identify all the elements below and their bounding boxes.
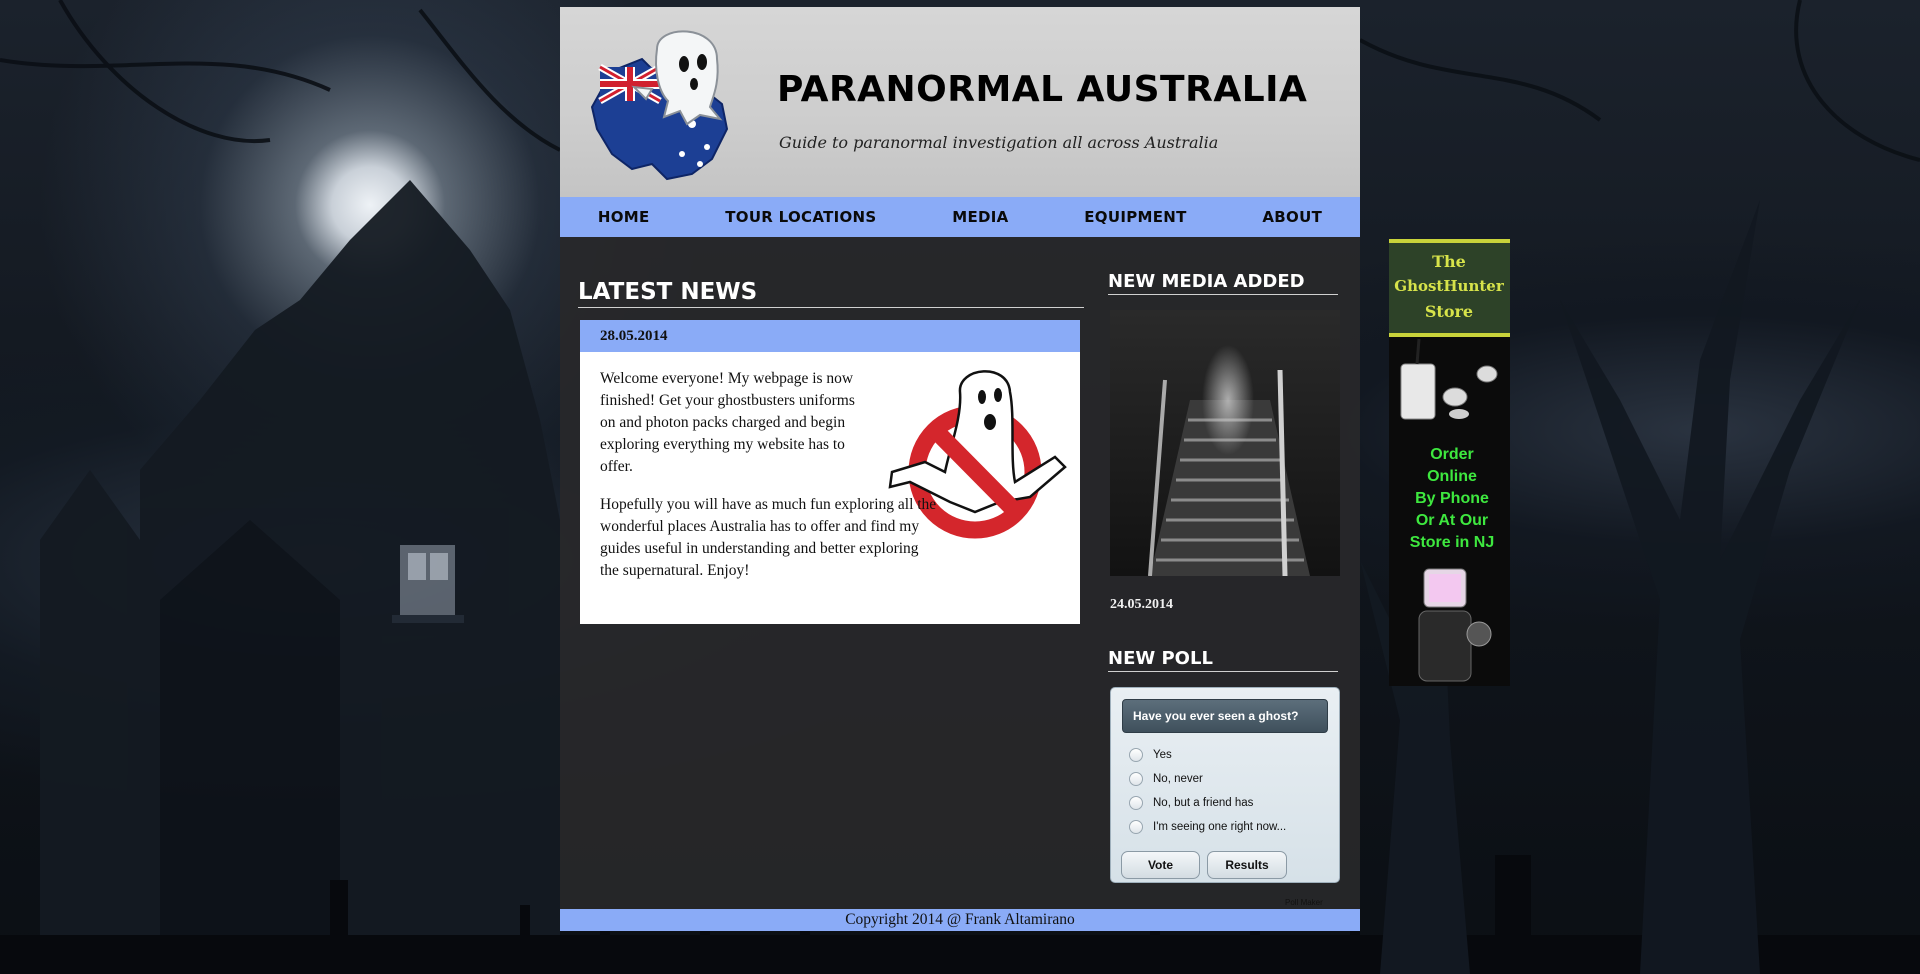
poll-option-no-never[interactable]: No, never bbox=[1129, 770, 1203, 788]
ghosthunter-store-ad[interactable]: The GhostHunter Store Order Online By Ph… bbox=[1389, 239, 1510, 686]
poll-question: Have you ever seen a ghost? bbox=[1122, 699, 1328, 733]
site-title: PARANORMAL AUSTRALIA bbox=[777, 69, 1308, 110]
poll-widget: Have you ever seen a ghost? Yes No, neve… bbox=[1110, 687, 1340, 883]
results-button[interactable]: Results bbox=[1207, 851, 1287, 879]
ad-tagline: Store in NJ bbox=[1410, 534, 1494, 551]
poll-option-friend[interactable]: No, but a friend has bbox=[1129, 794, 1253, 812]
media-thumbnail[interactable] bbox=[1110, 310, 1340, 576]
site-header: PARANORMAL AUSTRALIA Guide to paranormal… bbox=[560, 7, 1360, 197]
radio-button[interactable] bbox=[1129, 820, 1143, 834]
ad-store-name: GhostHunter bbox=[1394, 277, 1505, 295]
poll-option-label: I'm seeing one right now... bbox=[1153, 821, 1287, 833]
radio-button[interactable] bbox=[1129, 796, 1143, 810]
poll-option-seeing-now[interactable]: I'm seeing one right now... bbox=[1129, 818, 1286, 836]
poll-option-label: No, never bbox=[1153, 773, 1203, 785]
ad-tagline: Or At Our bbox=[1416, 512, 1488, 529]
nav-item-home[interactable]: HOME bbox=[586, 202, 662, 232]
media-date: 24.05.2014 bbox=[1110, 597, 1173, 612]
ad-tagline: Order bbox=[1430, 446, 1474, 463]
ad-tagline: Online bbox=[1427, 468, 1477, 485]
new-poll-heading: NEW POLL bbox=[1108, 648, 1338, 672]
main-content: LATEST NEWS 28.05.2014 Welcome everyone!… bbox=[560, 237, 1360, 909]
radio-button[interactable] bbox=[1129, 772, 1143, 786]
latest-news-heading: LATEST NEWS bbox=[578, 279, 1084, 308]
new-media-heading: NEW MEDIA ADDED bbox=[1108, 271, 1338, 295]
ad-store-name: The bbox=[1432, 252, 1466, 271]
page-container: PARANORMAL AUSTRALIA Guide to paranormal… bbox=[560, 7, 1360, 931]
site-footer: Copyright 2014 @ Frank Altamirano bbox=[560, 909, 1360, 931]
australia-ghost-logo[interactable] bbox=[582, 29, 732, 184]
nav-item-media[interactable]: MEDIA bbox=[940, 202, 1020, 232]
poll-option-label: Yes bbox=[1153, 749, 1172, 761]
ad-store-name: Store bbox=[1425, 302, 1473, 321]
radio-button[interactable] bbox=[1129, 748, 1143, 762]
site-tagline: Guide to paranormal investigation all ac… bbox=[779, 133, 1219, 152]
news-date-bar: 28.05.2014 bbox=[580, 320, 1080, 352]
poll-option-label: No, but a friend has bbox=[1153, 797, 1254, 809]
news-paragraph-2: Hopefully you will have as much fun expl… bbox=[600, 496, 937, 579]
vote-button[interactable]: Vote bbox=[1121, 851, 1200, 879]
ad-tagline: By Phone bbox=[1415, 490, 1489, 507]
news-post: 28.05.2014 Welcome everyone! My webpage … bbox=[580, 320, 1080, 624]
nav-item-about[interactable]: ABOUT bbox=[1250, 202, 1334, 232]
copyright-text: Copyright 2014 @ Frank Altamirano bbox=[845, 911, 1075, 928]
nav-item-tour-locations[interactable]: TOUR LOCATIONS bbox=[713, 202, 888, 232]
nav-item-equipment[interactable]: EQUIPMENT bbox=[1072, 202, 1198, 232]
main-nav: HOME TOUR LOCATIONS MEDIA EQUIPMENT ABOU… bbox=[560, 197, 1360, 237]
news-date: 28.05.2014 bbox=[600, 328, 668, 344]
poll-maker-link[interactable]: Poll Maker bbox=[1285, 898, 1323, 907]
news-paragraph-1: Welcome everyone! My webpage is now fini… bbox=[600, 370, 855, 475]
poll-option-yes[interactable]: Yes bbox=[1129, 746, 1172, 764]
